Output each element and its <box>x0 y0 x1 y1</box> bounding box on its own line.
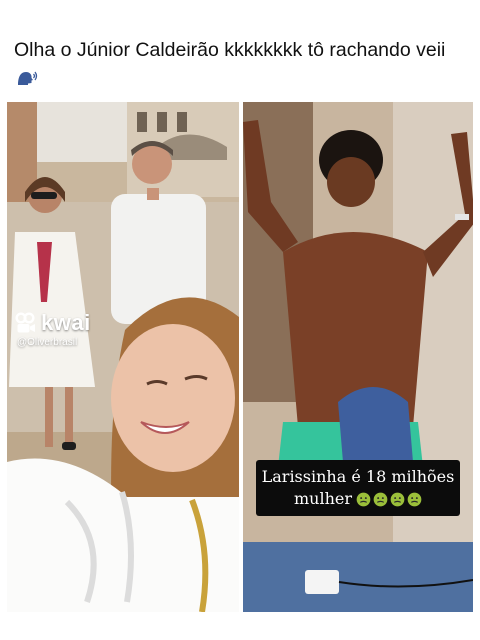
nauseated-face-icon <box>373 492 388 507</box>
nauseated-face-icon-row <box>356 492 422 507</box>
nauseated-face-icon <box>356 492 371 507</box>
video-left-frame <box>7 102 239 612</box>
post-caption-text: Olha o Júnior Caldeirão kkkkkkkk tô rach… <box>14 39 446 61</box>
video-right[interactable]: Larissinha é 18 milhões mulher <box>243 102 473 612</box>
video-collage: kwai @Oliverbrasil Larissinha é 18 milhõ… <box>7 102 473 612</box>
kwai-handle: @Oliverbrasil <box>17 337 78 348</box>
speaking-head-icon <box>18 71 38 85</box>
nauseated-face-icon <box>390 492 405 507</box>
subtitle-box: Larissinha é 18 milhões mulher <box>256 460 460 516</box>
subtitle-line-2: mulher <box>256 488 460 510</box>
nauseated-face-icon <box>407 492 422 507</box>
subtitle-line-2-text: mulher <box>293 489 352 508</box>
video-left[interactable]: kwai @Oliverbrasil <box>7 102 239 612</box>
kwai-logo-icon <box>15 312 35 333</box>
video-right-frame <box>243 102 473 612</box>
post-caption: Olha o Júnior Caldeirão kkkkkkkk tô rach… <box>14 36 469 92</box>
kwai-watermark: kwai @Oliverbrasil <box>15 310 91 348</box>
subtitle-line-1: Larissinha é 18 milhões <box>261 467 455 486</box>
kwai-brand-label: kwai <box>41 310 91 335</box>
